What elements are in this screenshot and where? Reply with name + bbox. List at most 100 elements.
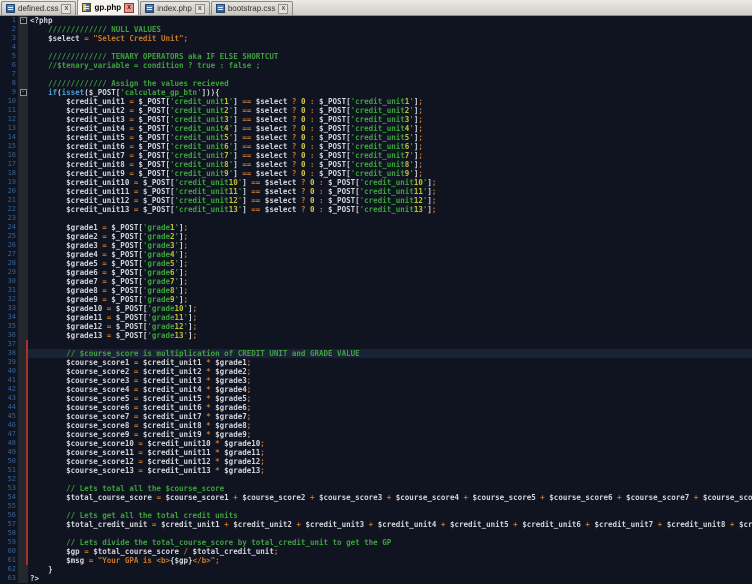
- code-line[interactable]: $grade8 = $_POST['grade8'];: [28, 286, 752, 295]
- code-line[interactable]: $grade7 = $_POST['grade7'];: [28, 277, 752, 286]
- code-line[interactable]: $credit_unit10 = $_POST['credit_unit10']…: [28, 178, 752, 187]
- code-line[interactable]: $course_score1 = $credit_unit1 * $grade1…: [28, 358, 752, 367]
- close-icon[interactable]: x: [61, 3, 72, 14]
- code-line[interactable]: [28, 340, 752, 349]
- code-line[interactable]: $credit_unit3 = $_POST['credit_unit3'] =…: [28, 115, 752, 124]
- editor-line: 46 $course_score8 = $credit_unit8 * $gra…: [0, 421, 752, 430]
- code-line[interactable]: $grade10 = $_POST['grade10'];: [28, 304, 752, 313]
- line-number: 33: [0, 304, 18, 313]
- code-line[interactable]: [28, 214, 752, 223]
- code-line[interactable]: //$tenary_variable = condition ? true : …: [28, 61, 752, 70]
- editor-line: 43 $course_score5 = $credit_unit5 * $gra…: [0, 394, 752, 403]
- editor-line: 55: [0, 502, 752, 511]
- code-line[interactable]: $course_score7 = $credit_unit7 * $grade7…: [28, 412, 752, 421]
- fold-margin: [18, 484, 28, 493]
- code-line[interactable]: $gp = $total_course_score / $total_credi…: [28, 547, 752, 556]
- code-line[interactable]: $course_score4 = $credit_unit4 * $grade4…: [28, 385, 752, 394]
- file-icon: [6, 4, 15, 13]
- code-line[interactable]: [28, 70, 752, 79]
- fold-margin: [18, 142, 28, 151]
- code-line[interactable]: ///////////// NULL VALUES: [28, 25, 752, 34]
- code-line[interactable]: }: [28, 565, 752, 574]
- code-line[interactable]: $course_score13 = $credit_unit13 * $grad…: [28, 466, 752, 475]
- code-line[interactable]: if(isset($_POST['calculate_gp_btn'])){: [28, 88, 752, 97]
- close-icon[interactable]: x: [124, 2, 135, 13]
- code-line[interactable]: $course_score12 = $credit_unit12 * $grad…: [28, 457, 752, 466]
- code-line[interactable]: $course_score8 = $credit_unit8 * $grade8…: [28, 421, 752, 430]
- fold-margin: [18, 43, 28, 52]
- fold-margin: [18, 367, 28, 376]
- editor-line: 1- <?php: [0, 16, 752, 25]
- code-line[interactable]: $credit_unit12 = $_POST['credit_unit12']…: [28, 196, 752, 205]
- editor-line: 9- if(isset($_POST['calculate_gp_btn']))…: [0, 88, 752, 97]
- code-line[interactable]: $total_course_score = $course_score1 + $…: [28, 493, 752, 502]
- code-line[interactable]: $select = "Select Credit Unit";: [28, 34, 752, 43]
- fold-margin: [18, 70, 28, 79]
- code-line[interactable]: $msg = "Your GPA is <b>{$gp}</b>";: [28, 556, 752, 565]
- code-line[interactable]: $course_score9 = $credit_unit9 * $grade9…: [28, 430, 752, 439]
- code-line[interactable]: $grade4 = $_POST['grade4'];: [28, 250, 752, 259]
- code-line[interactable]: $course_score10 = $credit_unit10 * $grad…: [28, 439, 752, 448]
- code-line[interactable]: $grade13 = $_POST['grade13'];: [28, 331, 752, 340]
- code-line[interactable]: $credit_unit4 = $_POST['credit_unit4'] =…: [28, 124, 752, 133]
- code-line[interactable]: $credit_unit13 = $_POST['credit_unit13']…: [28, 205, 752, 214]
- fold-margin: [18, 133, 28, 142]
- code-line[interactable]: <?php: [28, 16, 752, 25]
- code-line[interactable]: $grade3 = $_POST['grade3'];: [28, 241, 752, 250]
- fold-margin: [18, 169, 28, 178]
- code-line[interactable]: [28, 502, 752, 511]
- tab-bootstrap.css[interactable]: bootstrap.css x: [210, 1, 294, 15]
- code-line[interactable]: $credit_unit5 = $_POST['credit_unit5'] =…: [28, 133, 752, 142]
- code-line[interactable]: $grade5 = $_POST['grade5'];: [28, 259, 752, 268]
- editor-line: 14 $credit_unit5 = $_POST['credit_unit5'…: [0, 133, 752, 142]
- editor: 1- <?php 2 ///////////// NULL VALUES 3 $sel…: [0, 16, 752, 584]
- code-line[interactable]: $course_score5 = $credit_unit5 * $grade5…: [28, 394, 752, 403]
- tab-defined.css[interactable]: defined.css x: [1, 1, 77, 15]
- editor-line: 59 // Lets divide the total_course_score…: [0, 538, 752, 547]
- close-icon[interactable]: x: [194, 3, 205, 14]
- code-line[interactable]: // Lets total all the $course_score: [28, 484, 752, 493]
- fold-margin: -: [18, 16, 28, 25]
- fold-margin: [18, 322, 28, 331]
- line-number: 7: [0, 70, 18, 79]
- code-line[interactable]: ?>: [28, 574, 752, 583]
- code-line[interactable]: $credit_unit7 = $_POST['credit_unit7'] =…: [28, 151, 752, 160]
- code-line[interactable]: // Lets get all the total credit units: [28, 511, 752, 520]
- code-line[interactable]: $credit_unit6 = $_POST['credit_unit6'] =…: [28, 142, 752, 151]
- code-line[interactable]: $credit_unit8 = $_POST['credit_unit8'] =…: [28, 160, 752, 169]
- code-line[interactable]: $course_score11 = $credit_unit11 * $grad…: [28, 448, 752, 457]
- fold-margin: [18, 565, 28, 574]
- close-icon[interactable]: x: [278, 3, 289, 14]
- editor-line: 37: [0, 340, 752, 349]
- tab-bar: defined.css x gp.php x index.php x bootstrap.c…: [0, 0, 752, 16]
- fold-collapse-icon[interactable]: -: [19, 17, 27, 24]
- code-line[interactable]: $course_score2 = $credit_unit2 * $grade2…: [28, 367, 752, 376]
- code-line[interactable]: $grade6 = $_POST['grade6'];: [28, 268, 752, 277]
- code-line[interactable]: [28, 475, 752, 484]
- code-line[interactable]: ///////////// TENARY OPERATORS aka IF EL…: [28, 52, 752, 61]
- code-line[interactable]: $grade1 = $_POST['grade1'];: [28, 223, 752, 232]
- code-line[interactable]: $credit_unit9 = $_POST['credit_unit9'] =…: [28, 169, 752, 178]
- code-line[interactable]: ///////////// Assign the values recieved: [28, 79, 752, 88]
- code-line[interactable]: [28, 43, 752, 52]
- code-line[interactable]: $total_credit_unit = $credit_unit1 + $cr…: [28, 520, 752, 529]
- fold-collapse-icon[interactable]: -: [19, 89, 27, 96]
- code-line[interactable]: // Lets divide the total_course_score by…: [28, 538, 752, 547]
- fold-margin: [18, 205, 28, 214]
- code-line[interactable]: $credit_unit2 = $_POST['credit_unit2'] =…: [28, 106, 752, 115]
- code-line[interactable]: $grade2 = $_POST['grade2'];: [28, 232, 752, 241]
- line-number: 30: [0, 277, 18, 286]
- code-line[interactable]: $grade11 = $_POST['grade11'];: [28, 313, 752, 322]
- code-line[interactable]: $credit_unit11 = $_POST['credit_unit11']…: [28, 187, 752, 196]
- code-line[interactable]: $course_score6 = $credit_unit6 * $grade6…: [28, 403, 752, 412]
- tab-gp.php[interactable]: gp.php x: [77, 0, 140, 15]
- code-line[interactable]: [28, 529, 752, 538]
- line-number: 31: [0, 286, 18, 295]
- code-line[interactable]: $grade12 = $_POST['grade12'];: [28, 322, 752, 331]
- code-line[interactable]: // $course_score is multiplication of CR…: [28, 349, 752, 358]
- code-line[interactable]: $credit_unit1 = $_POST['credit_unit1'] =…: [28, 97, 752, 106]
- code-line[interactable]: $grade9 = $_POST['grade9'];: [28, 295, 752, 304]
- tab-index.php[interactable]: index.php x: [140, 1, 210, 15]
- code-line[interactable]: $course_score3 = $credit_unit3 * $grade3…: [28, 376, 752, 385]
- fold-margin: [18, 448, 28, 457]
